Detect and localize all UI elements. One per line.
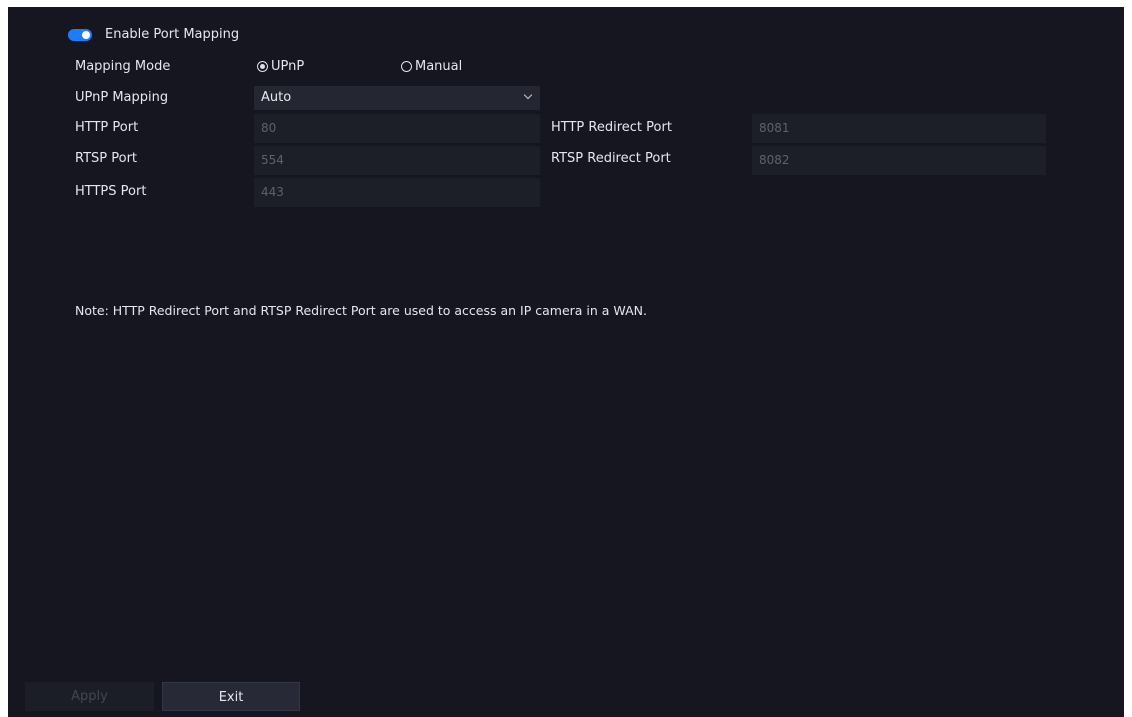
http-port-label: HTTP Port [75,120,139,135]
port-mapping-note: Note: HTTP Redirect Port and RTSP Redire… [75,303,647,318]
upnp-radio-option[interactable]: UPnP [257,57,347,75]
enable-port-mapping-label: Enable Port Mapping [105,27,240,42]
rtsp-redirect-port-label: RTSP Redirect Port [551,151,671,166]
rtsp-port-field[interactable]: 554 [254,146,540,175]
http-port-field[interactable]: 80 [254,114,540,143]
mapping-mode-label: Mapping Mode [75,59,171,74]
https-port-field[interactable]: 443 [254,178,540,207]
http-redirect-port-field[interactable]: 8081 [752,114,1046,143]
exit-button[interactable]: Exit [162,682,300,711]
http-redirect-port-label: HTTP Redirect Port [551,120,672,135]
port-mapping-panel: Enable Port Mapping Mapping Mode UPnP Ma… [8,7,1124,717]
apply-button[interactable]: Apply [25,682,154,711]
upnp-mapping-label: UPnP Mapping [75,90,169,105]
upnp-mapping-select[interactable]: Auto [254,86,540,110]
upnp-mapping-value: Auto [261,90,292,105]
manual-radio-label: Manual [415,59,463,74]
upnp-radio-label: UPnP [271,59,305,74]
https-port-label: HTTPS Port [75,184,147,199]
rtsp-redirect-port-field[interactable]: 8082 [752,146,1046,175]
enable-port-mapping-toggle[interactable] [68,29,92,41]
upnp-radio[interactable] [257,61,268,72]
manual-radio[interactable] [401,61,412,72]
manual-radio-option[interactable]: Manual [401,57,491,75]
chevron-down-icon [523,90,533,100]
rtsp-port-label: RTSP Port [75,151,138,166]
